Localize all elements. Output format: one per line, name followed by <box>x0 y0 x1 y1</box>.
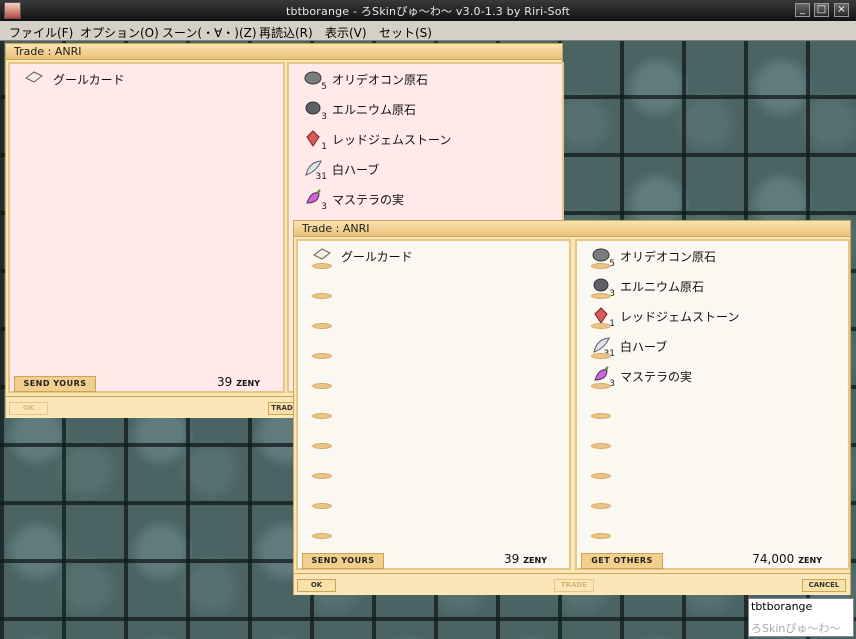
fruit-icon: 3 <box>303 189 327 212</box>
window-title: tbtborange - ろSkinぴゅ〜わ〜 v3.0-1.3 by Riri… <box>285 5 571 18</box>
item-name: レッドジェムストーン <box>332 132 452 147</box>
ok-button[interactable]: OK <box>9 402 48 415</box>
item-slot[interactable] <box>591 443 611 449</box>
item-slot[interactable] <box>312 263 332 269</box>
item-slot[interactable] <box>312 323 332 329</box>
item-slot[interactable] <box>591 263 611 269</box>
item-slot[interactable] <box>312 443 332 449</box>
item-name: マステラの実 <box>620 369 693 384</box>
menu-reload[interactable]: 再読込(R) <box>259 24 313 41</box>
item-slot[interactable] <box>591 323 611 329</box>
my-items-panel: グールカード SEND YOURS 39 ZENY <box>296 239 571 570</box>
send-yours-tab[interactable]: SEND YOURS <box>302 553 384 569</box>
item-name: オリデオコン原石 <box>332 72 429 87</box>
cancel-button[interactable]: CANCEL <box>802 579 846 592</box>
zeny-unit: ZENY <box>798 556 822 565</box>
zeny-unit: ZENY <box>236 379 260 388</box>
item-slot[interactable] <box>312 293 332 299</box>
item-slot[interactable] <box>591 413 611 419</box>
menu-file[interactable]: ファイル(F) <box>9 24 73 41</box>
taskbar-entry[interactable]: tbtborange ろSkinぴゅ〜わ〜 <box>748 598 854 637</box>
item-slot[interactable] <box>591 293 611 299</box>
item-name: 白ハーブ <box>620 339 668 354</box>
taskbar-line-1: tbtborange <box>751 600 813 613</box>
list-item[interactable]: 1 レッドジェムストーン <box>591 305 740 329</box>
title-bar: tbtborange - ろSkinぴゅ〜わ〜 v3.0-1.3 by Riri… <box>0 0 856 21</box>
item-slot[interactable] <box>312 413 332 419</box>
menu-view[interactable]: 表示(V) <box>325 24 367 41</box>
item-name: 白ハーブ <box>332 162 380 177</box>
get-others-tab[interactable]: GET OTHERS <box>581 553 663 569</box>
list-item[interactable]: 5 オリデオコン原石 <box>303 68 429 92</box>
maximize-button[interactable]: □ <box>814 3 829 17</box>
my-items-panel: グールカード SEND YOURS 39 ZENY <box>8 62 285 393</box>
trade-footer: OK TRADE CANCEL <box>294 573 850 595</box>
trade-title: Trade : ANRI <box>6 44 562 60</box>
item-name: オリデオコン原石 <box>620 249 717 264</box>
item-slot[interactable] <box>591 473 611 479</box>
minimize-button[interactable]: _ <box>795 3 810 17</box>
zeny-amount: 74,000 <box>752 552 795 566</box>
trade-button[interactable]: TRAD <box>268 402 296 415</box>
red-gem-icon: 1 <box>303 129 327 152</box>
item-slot[interactable] <box>312 533 332 539</box>
menu-soon[interactable]: スーン(・∀・)(Z) <box>162 24 257 41</box>
send-yours-tab[interactable]: SEND YOURS <box>14 376 96 392</box>
item-slot[interactable] <box>591 533 611 539</box>
item-name: エルニウム原石 <box>620 279 705 294</box>
my-zeny: 39 ZENY <box>443 552 547 566</box>
their-zeny: 74,000 ZENY <box>717 552 822 566</box>
card-icon <box>24 69 46 89</box>
list-item[interactable]: 1 レッドジェムストーン <box>303 128 452 152</box>
trade-window-front: Trade : ANRI グールカード SEND YOURS 39 ZENY 5 … <box>293 220 851 595</box>
item-slot[interactable] <box>312 503 332 509</box>
menu-set[interactable]: セット(S) <box>379 24 432 41</box>
zeny-amount: 39 <box>503 552 520 566</box>
item-name: グールカード <box>53 72 125 87</box>
list-item[interactable]: 3 エルニウム原石 <box>303 98 417 122</box>
their-items-panel: 5 オリデオコン原石 3 エルニウム原石 1 レッドジェムストーン 31 白ハー… <box>575 239 850 570</box>
menu-bar: ファイル(F) オプション(O) スーン(・∀・)(Z) 再読込(R) 表示(V… <box>0 21 856 41</box>
item-name: エルニウム原石 <box>332 102 417 117</box>
item-name: レッドジェムストーン <box>620 309 740 324</box>
item-slot[interactable] <box>591 383 611 389</box>
zeny-amount: 39 <box>216 375 233 389</box>
ore-icon: 5 <box>303 69 327 92</box>
list-item[interactable]: 31 白ハーブ <box>303 158 380 182</box>
item-name: マステラの実 <box>332 192 405 207</box>
trade-title: Trade : ANRI <box>294 221 850 237</box>
my-zeny: 39 ZENY <box>160 375 260 389</box>
ok-button[interactable]: OK <box>297 579 336 592</box>
herb-icon: 31 <box>303 159 327 182</box>
item-slot[interactable] <box>591 353 611 359</box>
list-item[interactable]: 3 マステラの実 <box>303 188 405 212</box>
item-slot[interactable] <box>591 503 611 509</box>
list-item[interactable]: グールカード <box>24 68 125 90</box>
item-slot[interactable] <box>312 383 332 389</box>
ore-icon: 3 <box>303 99 327 122</box>
item-name: グールカード <box>341 249 413 264</box>
item-slot[interactable] <box>312 473 332 479</box>
trade-button[interactable]: TRADE <box>554 579 594 592</box>
item-slot[interactable] <box>312 353 332 359</box>
menu-option[interactable]: オプション(O) <box>80 24 159 41</box>
close-button[interactable]: × <box>834 3 849 17</box>
zeny-unit: ZENY <box>523 556 547 565</box>
taskbar-line-2: ろSkinぴゅ〜わ〜 <box>751 622 841 635</box>
